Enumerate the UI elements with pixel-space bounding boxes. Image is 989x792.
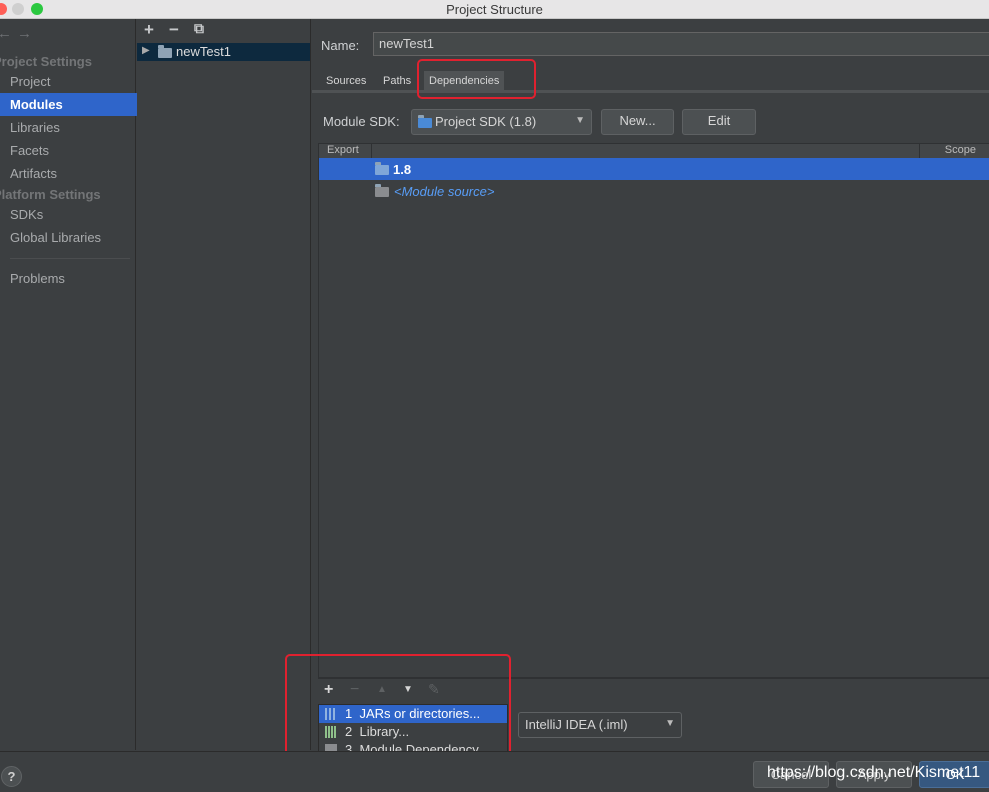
header-divider xyxy=(919,144,920,158)
tab-sources[interactable]: Sources xyxy=(321,71,372,91)
name-label: Name: xyxy=(321,38,360,53)
copy-module-icon[interactable]: ⧉ xyxy=(194,20,204,37)
dialog-footer: ? Cancel Apply OK https://blog.csdn.net/… xyxy=(0,751,989,792)
back-arrow-icon[interactable]: ← xyxy=(0,25,12,42)
table-row[interactable]: 1.8 xyxy=(319,158,989,180)
tab-paths[interactable]: Paths xyxy=(378,71,417,91)
dependency-label: <Module source> xyxy=(394,184,495,199)
sidebar-item-global-libraries[interactable]: Global Libraries xyxy=(0,226,145,249)
watermark-text: https://blog.csdn.net/Kismet11 xyxy=(767,764,981,781)
add-module-icon[interactable]: + xyxy=(144,20,154,40)
tree-row-module[interactable]: ▶ newTest1 xyxy=(137,43,310,61)
project-settings-header: Project Settings xyxy=(0,54,92,69)
remove-module-icon[interactable]: − xyxy=(169,20,179,40)
add-menu-highlight xyxy=(285,654,511,758)
table-row[interactable]: <Module source> xyxy=(319,180,989,202)
module-tree-panel: + − ⧉ ▶ newTest1 xyxy=(137,19,311,750)
dependency-label: 1.8 xyxy=(393,162,412,177)
sidebar-item-libraries[interactable]: Libraries xyxy=(0,116,145,139)
expand-arrow-icon[interactable]: ▶ xyxy=(142,45,150,56)
module-sdk-label: Module SDK: xyxy=(323,114,400,129)
title-bar: Project Structure xyxy=(0,0,989,19)
module-source-folder-icon xyxy=(375,184,389,197)
header-export[interactable]: Export xyxy=(327,144,359,156)
module-name-input[interactable]: newTest1 xyxy=(373,32,989,56)
sidebar-item-facets[interactable]: Facets xyxy=(0,139,145,162)
sidebar-item-project[interactable]: Project xyxy=(0,70,145,93)
platform-settings-header: Platform Settings xyxy=(0,187,101,202)
sidebar-divider xyxy=(10,258,130,259)
module-name-label: newTest1 xyxy=(176,44,231,59)
sidebar-item-sdks[interactable]: SDKs xyxy=(0,203,145,226)
settings-sidebar: ← → Project Settings Project Modules Lib… xyxy=(0,19,145,750)
module-sdk-dropdown[interactable]: Project SDK (1.8) ▼ xyxy=(411,109,592,135)
sidebar-item-modules[interactable]: Modules xyxy=(0,93,145,116)
sdk-folder-icon xyxy=(418,115,432,128)
help-button[interactable]: ? xyxy=(1,766,22,787)
dependencies-tab-highlight xyxy=(417,59,536,99)
module-folder-icon xyxy=(158,45,172,58)
table-header: Export Scope xyxy=(319,144,989,159)
new-sdk-button[interactable]: New... xyxy=(601,109,674,135)
module-format-dropdown[interactable]: IntelliJ IDEA (.iml) ▼ xyxy=(518,712,682,738)
window-title: Project Structure xyxy=(446,2,543,17)
tab-underline xyxy=(312,90,989,93)
edit-sdk-button[interactable]: Edit xyxy=(682,109,756,135)
header-scope[interactable]: Scope xyxy=(945,144,976,156)
forward-arrow-icon[interactable]: → xyxy=(17,25,32,42)
sidebar-item-problems[interactable]: Problems xyxy=(0,267,145,290)
module-settings-panel: Name: newTest1 Sources Paths Dependencie… xyxy=(312,19,989,750)
header-divider xyxy=(371,144,372,158)
dependencies-table: Export Scope 1.8 <Module source> xyxy=(318,143,989,679)
format-selected-value: IntelliJ IDEA (.iml) xyxy=(525,717,628,732)
chevron-down-icon: ▼ xyxy=(575,115,585,126)
sdk-selected-value: Project SDK (1.8) xyxy=(435,114,537,129)
sdk-folder-icon xyxy=(375,162,389,175)
chevron-down-icon: ▼ xyxy=(665,718,675,729)
sidebar-item-artifacts[interactable]: Artifacts xyxy=(0,162,145,185)
